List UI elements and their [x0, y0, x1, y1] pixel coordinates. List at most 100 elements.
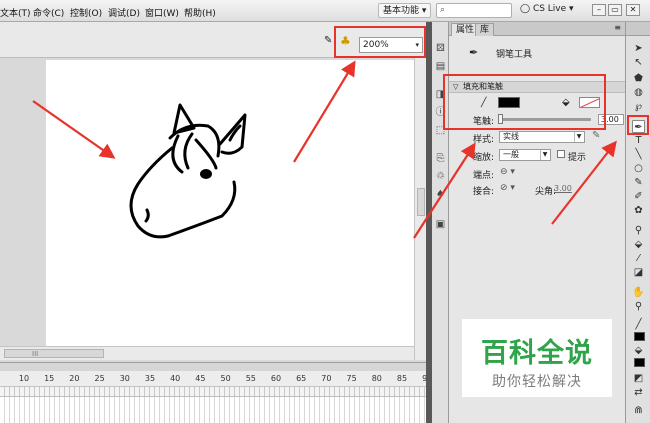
fill-color-tool-icon[interactable]: ⬙	[632, 344, 645, 357]
ruler-label-80: 80	[371, 374, 382, 383]
vertical-scroll-thumb[interactable]	[417, 188, 425, 216]
frame-row[interactable]	[0, 387, 426, 397]
join-label: 接合:	[473, 187, 495, 197]
frame-ruler[interactable]: 1015202530354045505560657075808590	[0, 371, 432, 387]
stroke-slider-handle[interactable]	[498, 114, 503, 124]
output-icon[interactable]: ▣	[434, 218, 447, 231]
hand-tool-icon[interactable]: ✋	[632, 286, 645, 299]
text-tool-icon[interactable]: T	[632, 134, 645, 147]
subselection-tool-icon[interactable]: ↖	[632, 56, 645, 69]
rectangle-tool-icon[interactable]: ○	[632, 162, 645, 175]
3d-rotation-tool-icon[interactable]: ◍	[632, 86, 645, 99]
motion-editor-icon[interactable]: ⚄	[434, 42, 447, 55]
free-transform-tool-icon[interactable]: ⬟	[632, 72, 645, 85]
cs-live-button[interactable]: ◯ CS Live ▾	[520, 4, 574, 14]
eraser-tool-icon[interactable]: ◪	[632, 266, 645, 279]
stroke-style-value: 实线	[503, 132, 519, 141]
align-icon[interactable]: ▤	[434, 60, 447, 73]
snap-magnet-icon[interactable]: ⋒	[632, 404, 645, 417]
scale-select[interactable]: 一般 ▼	[499, 149, 551, 161]
ruler-label-55: 55	[245, 374, 256, 383]
stroke-width-input[interactable]: 3.00	[598, 114, 624, 125]
lasso-tool-icon[interactable]: ℘	[632, 100, 645, 113]
miter-value[interactable]: 3.00	[554, 184, 572, 193]
fill-stroke-section-header[interactable]: ▽ 填充和笔触	[449, 81, 625, 93]
cap-select[interactable]: ⊖ ▾	[500, 167, 515, 177]
no-fill-slash	[580, 98, 599, 107]
miter-label: 尖角:	[535, 187, 557, 197]
menu-help[interactable]: 帮助(H)	[184, 6, 216, 19]
tool-name: 钢笔工具	[496, 50, 533, 60]
stroke-style-select[interactable]: 实线 ▼	[499, 131, 585, 143]
motion-presets-icon[interactable]: ♠	[434, 188, 447, 201]
menu-command[interactable]: 命令(C)	[33, 6, 64, 19]
workspace-switcher[interactable]: 基本功能 ▾	[378, 3, 432, 18]
line-tool-icon[interactable]: ╲	[632, 148, 645, 161]
restore-button[interactable]: ▭	[608, 4, 622, 16]
ruler-label-40: 40	[170, 374, 181, 383]
section-title: 填充和笔触	[463, 82, 503, 91]
fill-color-swatch[interactable]	[579, 97, 600, 108]
menu-debug[interactable]: 调试(D)	[108, 6, 140, 19]
default-colors-icon[interactable]: ◩	[632, 372, 645, 385]
panel-tabs: 属性 库 ≡	[449, 22, 625, 36]
chevron-down-icon: ▼	[540, 150, 549, 160]
menu-window[interactable]: 窗口(W)	[145, 6, 179, 19]
hinting-checkbox[interactable]	[557, 150, 565, 158]
paint-bucket-tool-icon[interactable]: ⬙	[632, 238, 645, 251]
edit-symbol-icon[interactable]: ✎	[324, 35, 332, 46]
menu-bar: 文本(T) 命令(C) 控制(O) 调试(D) 窗口(W) 帮助(H) 基本功能…	[0, 0, 650, 22]
watermark: 百科全说 助你轻松解决	[462, 319, 612, 397]
stroke-slider-track[interactable]	[499, 118, 591, 121]
tools-panel-header	[626, 22, 650, 36]
panel-menu-icon[interactable]: ≡	[614, 23, 621, 32]
deco-tool-icon[interactable]: ✿	[632, 204, 645, 217]
close-button[interactable]: ✕	[626, 4, 640, 16]
fill-bucket-icon: ⬙	[562, 97, 570, 108]
selection-tool-icon[interactable]: ➤	[632, 42, 645, 55]
edit-scene-icon[interactable]: ♣	[340, 34, 351, 48]
edit-stroke-style-icon[interactable]: ✎	[592, 130, 600, 141]
pen-tool-icon[interactable]: ✒	[632, 120, 645, 133]
chevron-down-icon: ▼	[574, 132, 583, 142]
chevron-down-icon: ▾	[421, 6, 427, 16]
info-icon[interactable]: ⓘ	[434, 106, 447, 119]
cs-live-label: CS Live	[532, 4, 567, 14]
ruler-label-30: 30	[119, 374, 130, 383]
ruler-label-45: 45	[195, 374, 206, 383]
stage-vertical-scrollbar[interactable]	[414, 58, 426, 360]
collapse-triangle-icon: ▽	[453, 83, 459, 91]
transform-icon[interactable]: ⬚	[434, 124, 447, 137]
search-input[interactable]: ⌕	[436, 3, 512, 18]
menu-control[interactable]: 控制(O)	[70, 6, 102, 19]
horizontal-scroll-thumb[interactable]: III	[4, 349, 104, 358]
eyedropper-tool-icon[interactable]: ⁄	[632, 252, 645, 265]
cap-label: 端点:	[473, 171, 495, 181]
stroke-color-tool-icon[interactable]: ╱	[632, 318, 645, 331]
edit-bar: ✎ ♣ 200% ▾	[0, 22, 426, 58]
swap-colors-icon[interactable]: ⇄	[632, 386, 645, 399]
timeline-panel: 1015202530354045505560657075808590	[0, 362, 432, 423]
zoom-select[interactable]: 200% ▾	[359, 37, 423, 53]
components-icon[interactable]: ♲	[434, 170, 447, 183]
brush-tool-icon[interactable]: ✐	[632, 190, 645, 203]
minimize-button[interactable]: –	[592, 4, 606, 16]
stage-horizontal-scrollbar[interactable]: III	[0, 346, 414, 360]
stage-canvas[interactable]	[46, 60, 414, 346]
pencil-tool-icon[interactable]: ✎	[632, 176, 645, 189]
hinting-label: 提示	[568, 153, 587, 163]
stroke-color-tool-swatch[interactable]	[634, 332, 645, 341]
color-icon[interactable]: ◨	[434, 88, 447, 101]
frame-grid[interactable]	[0, 387, 426, 423]
tab-library[interactable]: 库	[475, 23, 495, 36]
stroke-color-swatch[interactable]	[498, 97, 520, 108]
history-icon[interactable]: ⎘	[434, 152, 447, 165]
menu-text[interactable]: 文本(T)	[0, 6, 31, 19]
ruler-label-35: 35	[144, 374, 156, 383]
join-select[interactable]: ⊘ ▾	[500, 183, 515, 193]
panel-icon-dock: ⚄ ▤ ◨ ⓘ ⬚ ⎘ ♲ ♠ ▣	[432, 22, 449, 423]
fill-color-tool-swatch[interactable]	[634, 358, 645, 367]
stroke-label: 笔触:	[473, 117, 495, 127]
bone-tool-icon[interactable]: ⚲	[632, 224, 645, 237]
zoom-tool-icon[interactable]: ⚲	[632, 300, 645, 313]
